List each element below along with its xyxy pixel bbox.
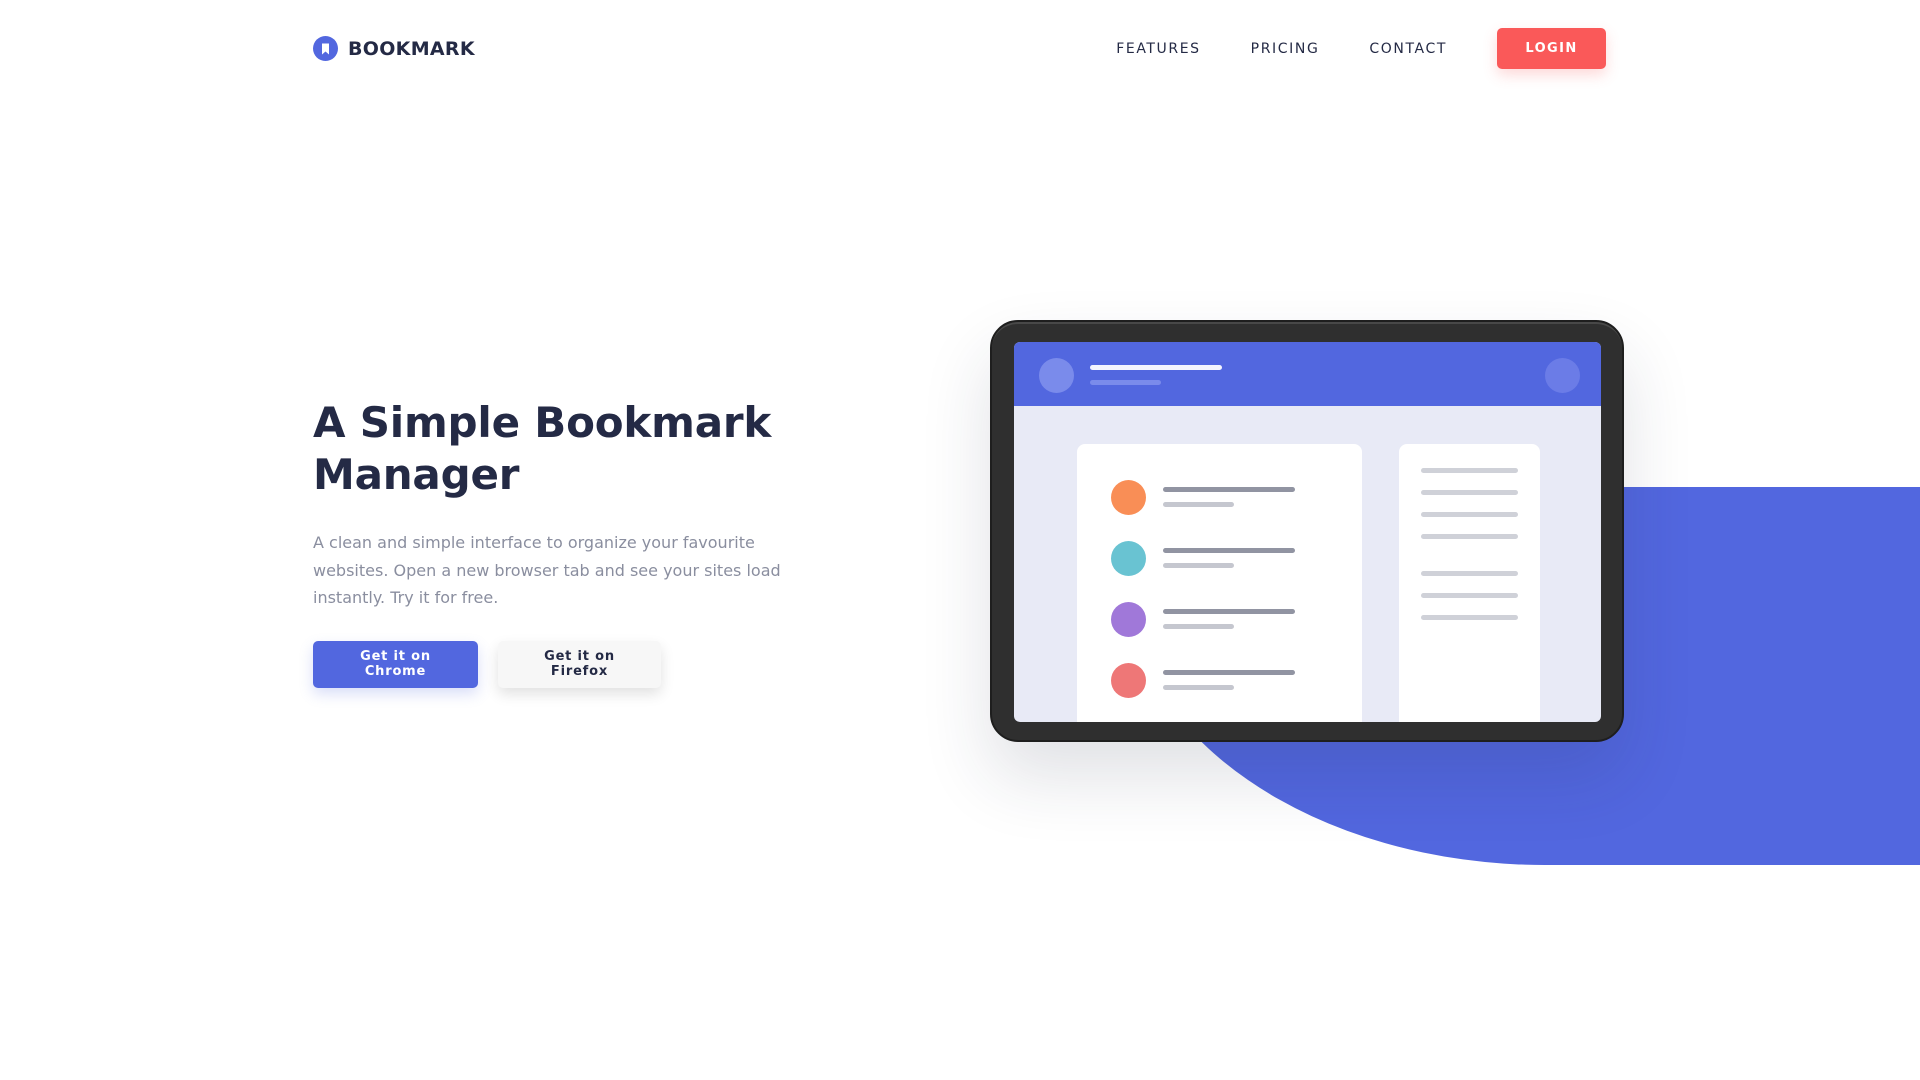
side-panel-line — [1421, 534, 1518, 539]
firefox-download-button[interactable]: Get it on Firefox — [498, 640, 661, 688]
header-subtitle-line — [1090, 380, 1161, 385]
menu-avatar-placeholder — [1545, 358, 1580, 393]
tablet-screen — [1014, 342, 1601, 722]
chrome-download-button[interactable]: Get it on Chrome — [313, 640, 478, 688]
side-panel-card — [1399, 444, 1540, 722]
purple-bookmark-dot-icon — [1111, 602, 1146, 637]
bookmark-subtitle-line — [1163, 502, 1234, 507]
bookmark-list-card — [1077, 444, 1362, 722]
main-navigation: FEATURES PRICING CONTACT LOGIN — [1116, 28, 1606, 69]
bookmark-icon — [313, 36, 338, 61]
header-title-line — [1090, 365, 1222, 370]
red-bookmark-dot-icon — [1111, 663, 1146, 698]
brand-logo[interactable]: BOOKMARK — [313, 36, 475, 61]
hero-title: A Simple Bookmark Manager — [313, 398, 772, 499]
tablet-illustration — [990, 320, 1624, 742]
orange-bookmark-dot-icon — [1111, 480, 1146, 515]
side-panel-line — [1421, 468, 1518, 473]
bookmark-title-line — [1163, 548, 1295, 553]
bookmark-title-line — [1163, 670, 1295, 675]
bookmark-subtitle-line — [1163, 685, 1234, 690]
side-panel-line — [1421, 615, 1518, 620]
hero-content: A Simple Bookmark Manager A clean and si… — [313, 397, 833, 688]
bookmark-title-line — [1163, 487, 1295, 492]
side-panel-line — [1421, 512, 1518, 517]
site-header: BOOKMARK FEATURES PRICING CONTACT LOGIN — [0, 0, 1920, 100]
hero-description: A clean and simple interface to organize… — [313, 533, 781, 607]
nav-features-link[interactable]: FEATURES — [1116, 29, 1200, 69]
nav-pricing-link[interactable]: PRICING — [1251, 29, 1320, 69]
brand-name: BOOKMARK — [348, 37, 475, 60]
user-avatar-placeholder — [1039, 358, 1074, 393]
screen-header-bar — [1014, 342, 1601, 406]
side-panel-line — [1421, 571, 1518, 576]
teal-bookmark-dot-icon — [1111, 541, 1146, 576]
nav-contact-link[interactable]: CONTACT — [1369, 29, 1447, 69]
bookmark-title-line — [1163, 609, 1295, 614]
side-panel-line — [1421, 490, 1518, 495]
download-actions: Get it on Chrome Get it on Firefox — [313, 640, 833, 688]
landing-page: BOOKMARK FEATURES PRICING CONTACT LOGIN … — [0, 0, 1920, 1080]
side-panel-line — [1421, 593, 1518, 598]
bookmark-subtitle-line — [1163, 624, 1234, 629]
login-button[interactable]: LOGIN — [1497, 28, 1606, 69]
bookmark-subtitle-line — [1163, 563, 1234, 568]
